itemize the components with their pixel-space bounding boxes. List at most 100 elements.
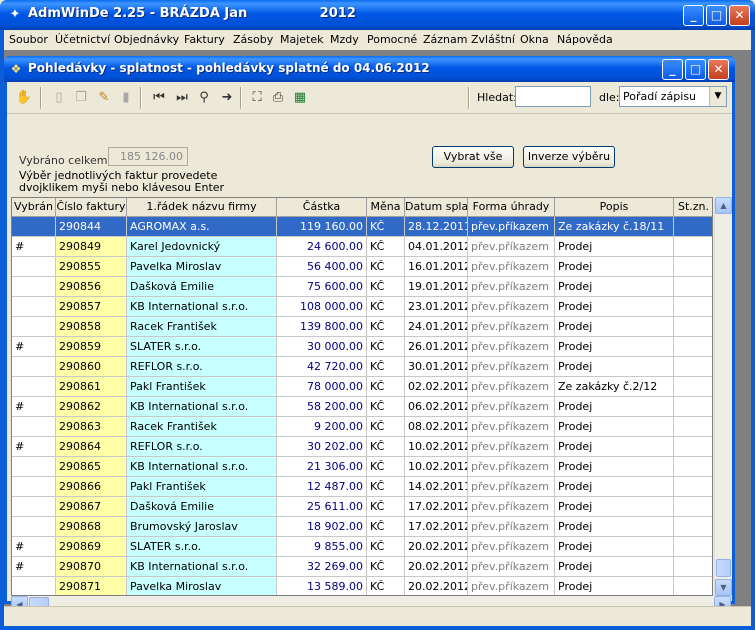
table-row[interactable]: 290860 REFLOR s.r.o. 42 720.00 KČ 30.01.2012… <box>12 357 712 377</box>
col-cislo-faktury-header[interactable]: Číslo faktury <box>56 198 127 217</box>
table-row[interactable]: #290869 SLATER s.r.o. 9 855.00 KČ 20.02.2012… <box>12 537 712 557</box>
menu-soubor[interactable]: Soubor <box>9 33 48 46</box>
menu-ucetnictvi[interactable]: Účetnictví <box>55 33 110 46</box>
col-nazev-firmy-cell: KB International s.r.o. <box>127 457 277 477</box>
col-popis-header[interactable]: Popis <box>555 198 674 217</box>
table-row[interactable]: 290868 Brumovský Jaroslav 18 902.00 KČ 17.02… <box>12 517 712 537</box>
sort-select[interactable]: Pořadí zápisu ▼ <box>619 86 727 107</box>
col-datum-splatnosti-cell: 23.01.2012 <box>405 297 468 317</box>
excel-export-icon[interactable]: ▦ <box>291 89 309 107</box>
col-nazev-firmy-cell: Dašková Emilie <box>127 497 277 517</box>
col-mena-cell: KČ <box>367 257 405 277</box>
vertical-scroll-thumb[interactable] <box>716 559 731 577</box>
status-bar <box>4 606 751 626</box>
menu-zaznam[interactable]: Záznam <box>423 33 467 46</box>
col-st-zn-cell <box>674 277 712 297</box>
menu-zasoby[interactable]: Zásoby <box>233 33 273 46</box>
table-row[interactable]: #290859 SLATER s.r.o. 30 000.00 KČ 26.01.201… <box>12 337 712 357</box>
table-row[interactable]: 290861 Pakl František 78 000.00 KČ 02.02.201… <box>12 377 712 397</box>
col-popis-cell: Prodej <box>555 277 674 297</box>
col-mena-header[interactable]: Měna <box>367 198 405 217</box>
col-popis-cell: Prodej <box>555 537 674 557</box>
col-cislo-faktury-cell: 290858 <box>56 317 127 337</box>
col-st-zn-cell <box>674 477 712 497</box>
col-cislo-faktury-cell: 290859 <box>56 337 127 357</box>
table-row[interactable]: 290844 AGROMAX a.s. 119 160.00 KČ 28.12.2011… <box>12 217 712 237</box>
table-row[interactable]: 290856 Dašková Emilie 75 600.00 KČ 19.01.201… <box>12 277 712 297</box>
col-cislo-faktury-cell: 290866 <box>56 477 127 497</box>
table-row[interactable]: #290849 Karel Jedovnický 24 600.00 KČ 04.01.… <box>12 237 712 257</box>
col-vybran-cell <box>12 217 56 237</box>
col-datum-splatnosti-cell: 08.02.2012 <box>405 417 468 437</box>
menu-zvlastni[interactable]: Zvláštní <box>471 33 515 46</box>
col-datum-splatnosti-cell: 17.02.2012 <box>405 517 468 537</box>
next-icon[interactable]: ➜ <box>218 89 236 107</box>
col-mena-cell: KČ <box>367 417 405 437</box>
menu-faktury[interactable]: Faktury <box>184 33 225 46</box>
first-record-icon[interactable]: ⏮ <box>150 89 168 107</box>
col-forma-uhrady-cell: přev.příkazem <box>468 317 555 337</box>
col-mena-cell: KČ <box>367 297 405 317</box>
col-forma-uhrady-cell: přev.příkazem <box>468 277 555 297</box>
search-icon[interactable]: ⚲ <box>195 89 213 107</box>
copy-icon[interactable]: ❐ <box>72 89 90 107</box>
hand-icon[interactable]: ✋ <box>15 89 33 107</box>
menu-majetek[interactable]: Majetek <box>280 33 324 46</box>
col-castka-cell: 58 200.00 <box>277 397 367 417</box>
app-minimize-button[interactable]: _ <box>683 5 704 26</box>
window-maximize-button[interactable]: □ <box>685 59 706 80</box>
col-vybran-cell <box>12 457 56 477</box>
print-icon[interactable]: ⎙ <box>269 89 287 107</box>
table-row[interactable]: 290858 Racek František 139 800.00 KČ 24.01.2… <box>12 317 712 337</box>
col-mena-cell: KČ <box>367 397 405 417</box>
fit-icon[interactable]: ⛶ <box>248 89 266 107</box>
menu-pomocne[interactable]: Pomocné <box>367 33 417 46</box>
receivables-title-bar[interactable]: ❖ Pohledávky - splatnost - pohledávky sp… <box>4 56 735 82</box>
scroll-up-icon[interactable]: ▲ <box>715 197 732 214</box>
col-vybran-cell <box>12 277 56 297</box>
table-row[interactable]: 290865 KB International s.r.o. 21 306.00 KČ… <box>12 457 712 477</box>
table-row[interactable]: 290863 Racek František 9 200.00 KČ 08.02.201… <box>12 417 712 437</box>
col-datum-splatnosti-header[interactable]: Datum splat. <box>405 198 468 217</box>
table-row[interactable]: 290866 Pakl František 12 487.00 KČ 14.02.201… <box>12 477 712 497</box>
col-vybran-header[interactable]: Vybrán <box>12 198 56 217</box>
table-row[interactable]: 290857 KB International s.r.o. 108 000.00 K… <box>12 297 712 317</box>
col-st-zn-header[interactable]: St.zn. <box>674 198 712 217</box>
new-doc-icon[interactable]: ▯ <box>50 89 68 107</box>
app-maximize-button[interactable]: □ <box>706 5 727 26</box>
menu-objednavky[interactable]: Objednávky <box>114 33 179 46</box>
table-row[interactable]: #290862 KB International s.r.o. 58 200.00 K… <box>12 397 712 417</box>
open-icon[interactable]: ✎ <box>95 89 113 107</box>
col-castka-header[interactable]: Částka <box>277 198 367 217</box>
col-mena-cell: KČ <box>367 277 405 297</box>
window-close-button[interactable]: ✕ <box>708 59 729 80</box>
window-minimize-button[interactable]: _ <box>662 59 683 80</box>
col-vybran-cell: # <box>12 237 56 257</box>
scroll-down-icon[interactable]: ▼ <box>715 579 732 596</box>
invert-selection-button[interactable]: Inverze výběru <box>523 146 615 168</box>
last-record-icon[interactable]: ⏭ <box>173 89 191 107</box>
select-all-button[interactable]: Vybrat vše <box>432 146 514 168</box>
col-mena-cell: KČ <box>367 457 405 477</box>
chevron-down-icon[interactable]: ▼ <box>709 87 726 106</box>
col-datum-splatnosti-cell: 14.02.2011 <box>405 477 468 497</box>
table-row[interactable]: 290855 Pavelka Miroslav 56 400.00 KČ 16.01.2… <box>12 257 712 277</box>
vertical-scrollbar[interactable]: ▲ ▼ <box>714 197 732 596</box>
delete-icon[interactable]: ▮ <box>117 89 135 107</box>
app-title-bar[interactable]: ✦ AdmWinDe 2.25 - BRÁZDA Jan 2012 _ □ ✕ <box>0 0 755 30</box>
table-row[interactable]: #290870 KB International s.r.o. 32 269.00 K… <box>12 557 712 577</box>
menu-napoveda[interactable]: Nápověda <box>557 33 613 46</box>
app-close-button[interactable]: ✕ <box>729 5 750 26</box>
table-row[interactable]: #290864 REFLOR s.r.o. 30 202.00 KČ 10.02.201… <box>12 437 712 457</box>
menu-mzdy[interactable]: Mzdy <box>330 33 359 46</box>
col-forma-uhrady-header[interactable]: Forma úhrady <box>468 198 555 217</box>
invoice-grid[interactable]: Vybrán Číslo faktury 1.řádek názvu firmy Čá… <box>11 197 713 596</box>
col-mena-cell: KČ <box>367 357 405 377</box>
col-nazev-firmy-header[interactable]: 1.řádek názvu firmy <box>127 198 277 217</box>
table-row[interactable]: 290867 Dašková Emilie 25 611.00 KČ 17.02.201… <box>12 497 712 517</box>
menu-okna[interactable]: Okna <box>520 33 549 46</box>
search-input[interactable] <box>515 86 591 107</box>
col-castka-cell: 75 600.00 <box>277 277 367 297</box>
col-vybran-cell: # <box>12 337 56 357</box>
table-row[interactable]: 290871 Pavelka Miroslav 13 589.00 KČ 20.02.2… <box>12 577 712 595</box>
